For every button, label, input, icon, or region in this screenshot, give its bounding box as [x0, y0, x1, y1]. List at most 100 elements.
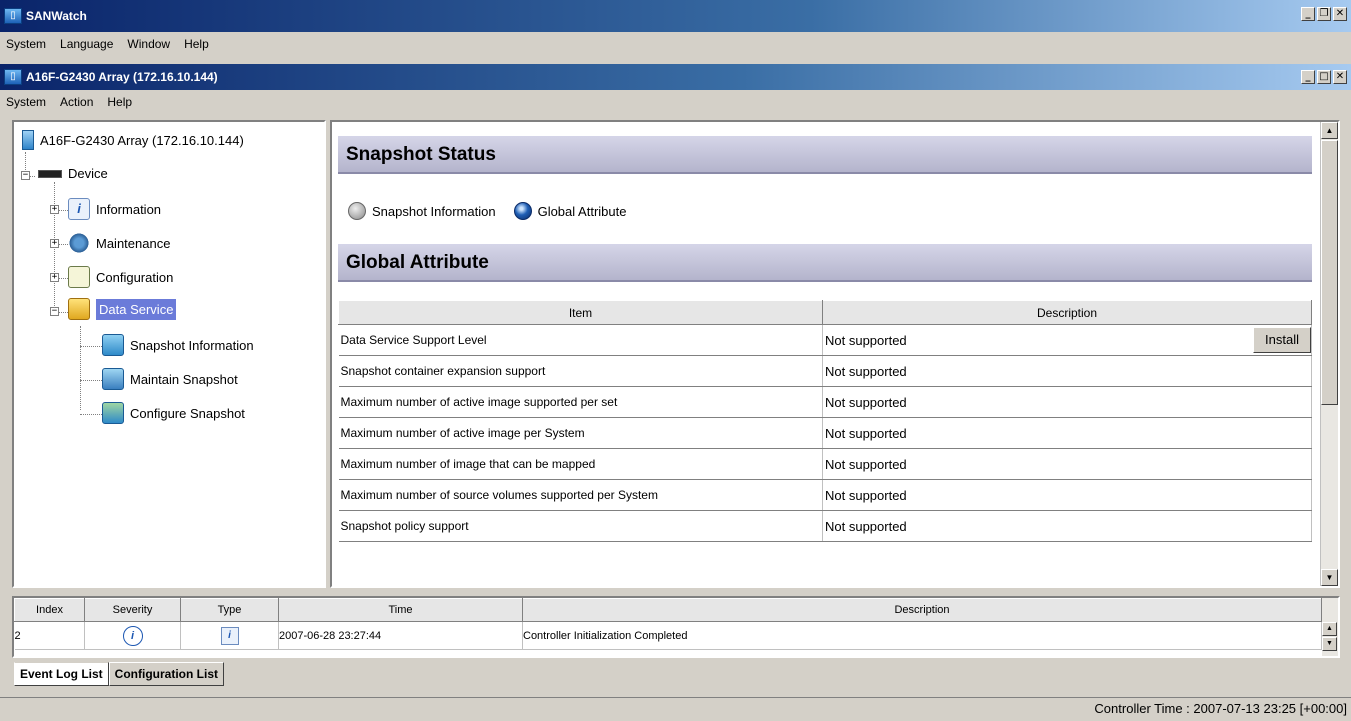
tree-item-label: Configuration [96, 269, 174, 285]
description-cell: Not supported [822, 448, 1312, 480]
view-selector: Snapshot Information Global Attribute [348, 202, 626, 220]
tree-item-label: Maintain Snapshot [130, 371, 238, 387]
radio-snapshot-information-label[interactable]: Snapshot Information [372, 204, 496, 219]
item-cell: Snapshot policy support [338, 510, 823, 542]
tree-item-configure-snapshot[interactable]: Configure Snapshot [102, 402, 245, 424]
navigation-tree: A16F-G2430 Array (172.16.10.144) − Devic… [14, 122, 324, 586]
snapshot-information-icon [102, 334, 124, 356]
scroll-thumb[interactable] [1321, 140, 1338, 405]
tab-event-log-list[interactable]: Event Log List [14, 662, 109, 686]
scroll-down-icon[interactable]: ▼ [1322, 637, 1337, 651]
scroll-down-icon[interactable]: ▼ [1321, 569, 1338, 586]
maximize-icon[interactable]: □ [1317, 70, 1331, 84]
table-row: Maximum number of active image supported… [338, 386, 1312, 418]
collapse-icon[interactable]: − [50, 307, 59, 316]
menu-window[interactable]: Window [127, 37, 170, 51]
menu-help[interactable]: Help [107, 95, 132, 109]
tree-item-configuration[interactable]: Configuration [68, 266, 173, 288]
tree-item-maintenance[interactable]: Maintenance [68, 232, 170, 254]
configure-snapshot-icon [102, 402, 124, 424]
expand-icon[interactable]: + [50, 205, 59, 214]
content-panel: Snapshot Status Snapshot Information Glo… [330, 120, 1340, 588]
description-cell: Not supported [822, 386, 1312, 418]
global-attribute-header: Global Attribute [338, 244, 1312, 282]
type-cell: i [180, 621, 279, 650]
description-cell: Not supported Install [822, 324, 1312, 356]
description-cell: Not supported [822, 417, 1312, 449]
menu-system[interactable]: System [6, 95, 46, 109]
information-type-icon: i [220, 626, 239, 645]
column-header-type[interactable]: Type [180, 598, 279, 622]
tree-item-data-service[interactable]: Data Service [68, 298, 177, 320]
install-button[interactable]: Install [1253, 327, 1311, 353]
column-header-time[interactable]: Time [278, 598, 523, 622]
app-title: SANWatch [26, 9, 87, 23]
restore-icon[interactable]: ❐ [1317, 7, 1331, 21]
tree-item-label: Snapshot Information [130, 337, 254, 353]
column-header-index[interactable]: Index [14, 598, 85, 622]
navigation-tree-panel: A16F-G2430 Array (172.16.10.144) − Devic… [12, 120, 326, 588]
minimize-icon[interactable]: _ [1301, 7, 1315, 21]
tree-item-information[interactable]: i Information [68, 198, 161, 220]
table-row[interactable]: 2 i i 2007-06-28 23:27:44 Controller Ini… [14, 621, 1322, 650]
menu-system[interactable]: System [6, 37, 46, 51]
tree-item-label: Data Service [96, 298, 177, 320]
column-header-severity[interactable]: Severity [84, 598, 181, 622]
gear-icon [68, 232, 90, 254]
info-severity-icon: i [122, 625, 143, 646]
expand-icon[interactable]: + [50, 273, 59, 282]
radio-selected-icon[interactable] [513, 202, 532, 220]
app-titlebar: ▯ SANWatch _ ❐ ✕ [0, 0, 1351, 32]
tree-item-snapshot-information[interactable]: Snapshot Information [102, 334, 254, 356]
column-header-description[interactable]: Description [522, 598, 1322, 622]
tree-item-label: Configure Snapshot [130, 405, 245, 421]
radio-unselected-icon[interactable] [348, 202, 366, 220]
close-icon[interactable]: ✕ [1333, 70, 1347, 84]
tab-configuration-list[interactable]: Configuration List [108, 662, 224, 686]
array-window-controls: _ □ ✕ [1301, 70, 1347, 84]
table-row: Snapshot container expansion support Not… [338, 355, 1312, 387]
tree-item-label: Maintenance [96, 235, 171, 251]
tree-root-array[interactable]: A16F-G2430 Array (172.16.10.144) [22, 130, 244, 150]
global-attribute-table: Item Description Data Service Support Le… [338, 300, 1312, 542]
close-icon[interactable]: ✕ [1333, 7, 1347, 21]
description-cell: Not supported [822, 510, 1312, 542]
tree-item-maintain-snapshot[interactable]: Maintain Snapshot [102, 368, 238, 390]
description-cell: Controller Initialization Completed [522, 621, 1322, 650]
event-log-panel: Index Severity Type Time Description 2 i… [12, 596, 1340, 658]
tree-item-label: Device [68, 166, 108, 181]
array-menubar: System Action Help [0, 90, 1351, 114]
server-icon [22, 130, 34, 150]
column-header-item[interactable]: Item [338, 300, 823, 325]
event-log-scrollbar[interactable]: ▲ ▼ [1322, 598, 1338, 656]
scroll-up-icon[interactable]: ▲ [1322, 622, 1337, 636]
array-window-title: A16F-G2430 Array (172.16.10.144) [26, 70, 218, 84]
tree-item-label: Information [96, 201, 162, 217]
index-cell: 2 [14, 621, 85, 650]
array-logo-icon: ▯ [4, 69, 22, 85]
sanwatch-logo-icon: ▯ [4, 8, 22, 24]
tree-item-device[interactable]: Device [38, 166, 108, 181]
collapse-icon[interactable]: − [21, 171, 30, 180]
snapshot-status-header: Snapshot Status [338, 136, 1312, 174]
menu-help[interactable]: Help [184, 37, 209, 51]
configuration-icon [68, 266, 90, 288]
item-cell: Maximum number of active image supported… [338, 386, 823, 418]
column-header-description[interactable]: Description [822, 300, 1312, 325]
event-log-table: Index Severity Type Time Description 2 i… [14, 598, 1322, 650]
minimize-icon[interactable]: _ [1301, 70, 1315, 84]
content-scrollbar[interactable]: ▲ ▼ [1320, 122, 1338, 586]
item-cell: Maximum number of image that can be mapp… [338, 448, 823, 480]
scroll-up-icon[interactable]: ▲ [1321, 122, 1338, 139]
radio-global-attribute-label[interactable]: Global Attribute [538, 204, 627, 219]
table-row: Data Service Support Level Not supported… [338, 324, 1312, 356]
item-cell: Snapshot container expansion support [338, 355, 823, 387]
expand-icon[interactable]: + [50, 239, 59, 248]
array-window-titlebar: ▯ A16F-G2430 Array (172.16.10.144) _ □ ✕ [0, 64, 1351, 90]
table-row: Maximum number of active image per Syste… [338, 417, 1312, 449]
time-cell: 2007-06-28 23:27:44 [278, 621, 523, 650]
app-window-controls: _ ❐ ✕ [1301, 7, 1347, 21]
menu-language[interactable]: Language [60, 37, 113, 51]
description-value: Not supported [825, 332, 907, 348]
menu-action[interactable]: Action [60, 95, 93, 109]
